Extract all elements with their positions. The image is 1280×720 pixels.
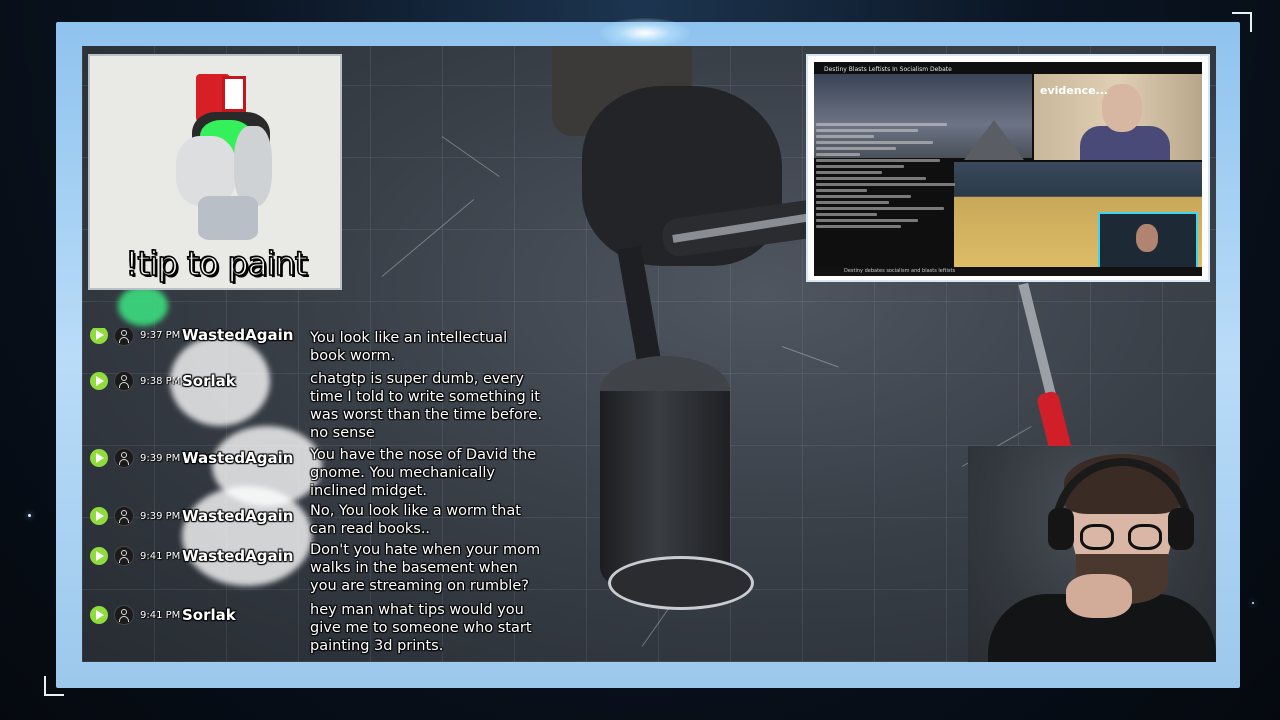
user-avatar-icon	[114, 448, 134, 468]
rumble-play-icon	[90, 372, 108, 390]
chat-time: 9:37 PM	[140, 330, 181, 341]
chat-username: WastedAgain	[182, 328, 294, 344]
video-chat-lines	[816, 120, 962, 270]
video-overlay-word: evidence...	[1040, 84, 1109, 97]
headphones-cup	[1048, 508, 1074, 550]
video-player[interactable]: evidence... Destiny Blasts Leftists In S…	[814, 62, 1202, 276]
tip-promo-text: !tip to paint me	[124, 243, 308, 288]
chat-text: hey man what tips would you give me to s…	[310, 602, 532, 654]
chat-text: You look like an intellectual book worm.	[310, 330, 508, 364]
streamer-hand	[1066, 574, 1132, 618]
light-reflection	[182, 486, 312, 586]
star-decoration	[28, 514, 31, 517]
embedded-video-panel: evidence... Destiny Blasts Leftists In S…	[806, 54, 1210, 282]
video-controls-bar[interactable]: Destiny debates socialism and blasts lef…	[814, 267, 1202, 276]
chat-username: Sorlak	[182, 372, 236, 390]
user-avatar-icon	[114, 328, 134, 346]
video-title: Destiny Blasts Leftists In Socialism Deb…	[824, 66, 952, 73]
chat-time: 9:39 PM	[140, 511, 181, 522]
chat-username: WastedAgain	[182, 507, 294, 525]
chat-text: No, You look like a worm that can read b…	[310, 503, 521, 537]
headphones-cup	[1168, 508, 1194, 550]
star-decoration	[1252, 602, 1254, 604]
frame-glow	[600, 18, 690, 48]
rumble-play-icon	[90, 547, 108, 565]
green-light	[118, 286, 168, 326]
user-avatar-icon	[114, 546, 134, 566]
chat-time: 9:38 PM	[140, 376, 181, 387]
rumble-play-icon	[90, 606, 108, 624]
chat-text: Don't you hate when your mom walks in th…	[310, 542, 541, 594]
chat-text: chatgtp is super dumb, every time I told…	[310, 371, 543, 441]
paint-holder-base	[608, 556, 754, 610]
rumble-play-icon	[90, 449, 108, 467]
chat-time: 9:41 PM	[140, 610, 181, 621]
chat-username: Sorlak	[182, 606, 236, 624]
chat-username: WastedAgain	[182, 547, 294, 565]
tip-promo-panel: !tip to paint me	[88, 54, 342, 290]
streamer-webcam	[968, 446, 1216, 662]
chat-time: 9:41 PM	[140, 551, 181, 562]
user-avatar-icon	[114, 605, 134, 625]
rumble-play-icon	[90, 328, 108, 344]
user-avatar-icon	[114, 506, 134, 526]
rumble-play-icon	[90, 507, 108, 525]
chat-time: 9:39 PM	[140, 453, 181, 464]
video-mountain	[964, 120, 1024, 160]
chat-username: WastedAgain	[182, 449, 294, 467]
video-bar-text: Destiny debates socialism and blasts lef…	[844, 268, 956, 274]
user-avatar-icon	[114, 371, 134, 391]
video-facecam	[1098, 212, 1198, 272]
chat-text: You have the nose of David the gnome. Yo…	[310, 447, 537, 499]
